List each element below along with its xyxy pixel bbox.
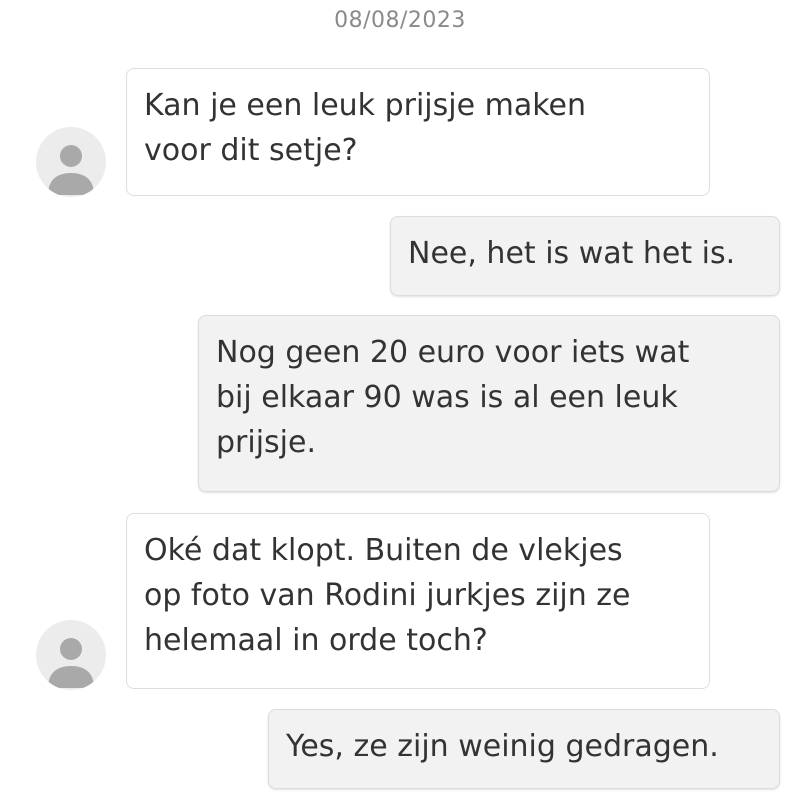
message-bubble-incoming[interactable]: Kan je een leuk prijsje maken voor dit s…: [126, 68, 710, 196]
message-text: Kan je een leuk prijsje maken: [144, 88, 586, 123]
avatar[interactable]: [36, 620, 106, 690]
message-text: voor dit setje?: [144, 133, 358, 168]
message-text: prijsje.: [216, 425, 317, 460]
message-bubble-outgoing[interactable]: Yes, ze zijn weinig gedragen.: [268, 709, 780, 789]
message-text: Oké dat klopt. Buiten de vlekjes: [144, 533, 623, 568]
user-silhouette-icon: [48, 145, 94, 195]
date-separator: 08/08/2023: [334, 8, 466, 33]
message-text: bij elkaar 90 was is al een leuk: [216, 380, 678, 415]
message-text: op foto van Rodini jurkjes zijn ze: [144, 578, 631, 613]
message-bubble-outgoing[interactable]: Nee, het is wat het is.: [390, 216, 780, 296]
message-bubble-incoming[interactable]: Oké dat klopt. Buiten de vlekjes op foto…: [126, 513, 710, 689]
message-bubble-outgoing[interactable]: Nog geen 20 euro voor iets wat bij elkaa…: [198, 315, 780, 492]
chat-thread: 08/08/2023 Kan je een leuk prijsje maken…: [0, 0, 800, 796]
user-silhouette-icon: [48, 638, 94, 688]
message-text: Nog geen 20 euro voor iets wat: [216, 335, 690, 370]
message-text: Nee, het is wat het is.: [408, 236, 736, 271]
message-text: helemaal in orde toch?: [144, 623, 488, 658]
message-text: Yes, ze zijn weinig gedragen.: [286, 729, 719, 764]
avatar[interactable]: [36, 127, 106, 197]
